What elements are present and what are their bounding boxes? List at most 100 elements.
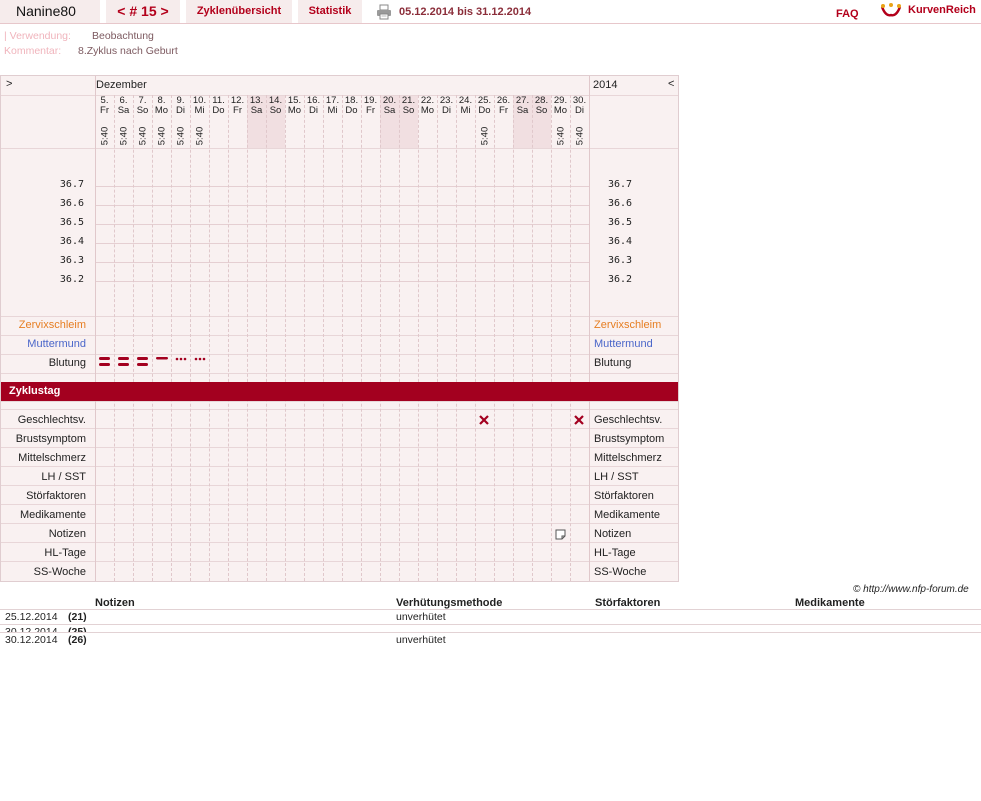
day-column-line <box>209 95 210 581</box>
top-bar-divider <box>0 23 981 24</box>
day-column-line <box>418 95 419 581</box>
day-header[interactable]: 16. Di <box>304 96 323 116</box>
grid-row-line <box>1 523 678 524</box>
measure-time-text: 5:40 <box>99 126 110 146</box>
day-header[interactable]: 24. Mi <box>456 96 475 116</box>
day-header[interactable]: 7. So <box>133 96 152 116</box>
grid-row-line <box>1 148 678 149</box>
day-column-line <box>380 95 381 581</box>
cycle-overview-tab[interactable]: Zyklenübersicht <box>186 0 292 23</box>
notes-row-method: unverhütet <box>396 611 446 623</box>
grid-row-line <box>1 373 678 374</box>
comment-value: 8.Zyklus nach Geburt <box>78 45 178 57</box>
measure-time: 5:40 <box>133 125 152 147</box>
row-label-hltage: HL-Tage <box>594 547 636 559</box>
intercourse-cross-icon <box>574 415 584 425</box>
day-header[interactable]: 19. Fr <box>361 96 380 116</box>
day-weekday: So <box>136 105 149 116</box>
notes-divider <box>0 632 981 633</box>
row-label-brustsymptom: Brustsymptom <box>15 433 86 445</box>
notes-divider <box>0 624 981 625</box>
day-header[interactable]: 14. So <box>266 96 285 116</box>
measure-time-text: 5:40 <box>479 126 490 146</box>
day-column-line <box>171 95 172 581</box>
day-header[interactable]: 15. Mo <box>285 96 304 116</box>
day-header[interactable]: 6. Sa <box>114 96 133 116</box>
grid-row-line <box>1 447 678 448</box>
day-column-line <box>399 95 400 581</box>
day-column-line <box>152 95 153 581</box>
day-header[interactable]: 21. So <box>399 96 418 116</box>
measure-time-text: 5:40 <box>118 126 129 146</box>
previous-cycle-arrow[interactable]: > <box>6 78 12 90</box>
measure-time: 5:40 <box>171 125 190 147</box>
day-header[interactable]: 25. Do <box>475 96 494 116</box>
row-label-störfaktoren: Störfaktoren <box>26 490 86 502</box>
day-column-line <box>513 95 514 581</box>
day-weekday: Fr <box>233 105 242 116</box>
cycle-day-band <box>1 382 678 401</box>
day-header[interactable]: 23. Di <box>437 96 456 116</box>
day-header[interactable]: 10. Mi <box>190 96 209 116</box>
day-header[interactable]: 13. Sa <box>247 96 266 116</box>
day-header[interactable]: 18. Do <box>342 96 361 116</box>
top-bar: Nanine80 < # 15 > Zyklenübersicht Statis… <box>0 0 981 25</box>
day-header[interactable]: 20. Sa <box>380 96 399 116</box>
day-header[interactable]: 8. Mo <box>152 96 171 116</box>
logo-text[interactable]: KurvenReich <box>908 4 976 16</box>
cycle-navigation-tab[interactable]: < # 15 > <box>106 0 180 23</box>
day-weekday: Fr <box>499 105 508 116</box>
notes-row-cycle-day: (26) <box>68 634 87 646</box>
bleeding-spotting-icon <box>175 357 186 361</box>
day-weekday: Mi <box>194 105 205 116</box>
measure-time: 5:40 <box>114 125 133 147</box>
grid-row-line <box>1 354 678 355</box>
username-tab[interactable]: Nanine80 <box>0 0 100 23</box>
grid-row-line <box>1 542 678 543</box>
notes-header-notes: Notizen <box>95 597 135 609</box>
day-header[interactable]: 26. Fr <box>494 96 513 116</box>
day-header[interactable]: 9. Di <box>171 96 190 116</box>
kurvenreich-logo-icon[interactable] <box>880 2 902 20</box>
day-header[interactable]: 5. Fr <box>95 96 114 116</box>
day-header[interactable]: 30. Di <box>570 96 589 116</box>
day-weekday: Do <box>345 105 358 116</box>
day-weekday: Di <box>442 105 451 116</box>
temperature-label-right: 36.3 <box>608 255 633 266</box>
day-weekday: Mi <box>327 105 338 116</box>
day-header[interactable]: 12. Fr <box>228 96 247 116</box>
day-header[interactable]: 29. Mo <box>551 96 570 116</box>
note-icon[interactable] <box>555 529 566 540</box>
temperature-label-right: 36.2 <box>608 274 633 285</box>
day-column-line <box>456 95 457 581</box>
measure-time-text: 5:40 <box>137 126 148 146</box>
day-column-line <box>361 95 362 581</box>
grid-row-line <box>1 466 678 467</box>
copyright[interactable]: © http://www.nfp-forum.de <box>853 584 969 595</box>
row-label-hltage: HL-Tage <box>44 547 86 559</box>
day-column-line <box>285 95 286 581</box>
temperature-label-left: 36.5 <box>59 217 84 228</box>
day-header[interactable]: 27. Sa <box>513 96 532 116</box>
row-label-brustsymptom: Brustsymptom <box>594 433 665 445</box>
day-header[interactable]: 22. Mo <box>418 96 437 116</box>
faq-link[interactable]: FAQ <box>836 8 859 20</box>
notes-header-medication: Medikamente <box>795 597 865 609</box>
temperature-label-right: 36.7 <box>608 179 633 190</box>
measure-time-text: 5:40 <box>175 126 186 146</box>
day-header[interactable]: 11. Do <box>209 96 228 116</box>
grid-row-line <box>1 409 678 410</box>
printer-icon[interactable] <box>376 4 392 20</box>
notes-row-cycle-day: (25) <box>68 626 87 632</box>
row-label-störfaktoren: Störfaktoren <box>594 490 654 502</box>
day-header[interactable]: 17. Mi <box>323 96 342 116</box>
day-weekday: Di <box>309 105 318 116</box>
day-weekday: Mo <box>553 105 568 116</box>
day-header[interactable]: 28. So <box>532 96 551 116</box>
temperature-label-left: 36.6 <box>59 198 84 209</box>
cycle-chart: > Dezember 2014 < 5. Fr 5:40 6. Sa 5:40 7. So 5:… <box>0 75 679 582</box>
notes-row-cycle-day: (21) <box>68 611 87 623</box>
next-cycle-arrow[interactable]: < <box>668 78 674 90</box>
statistics-tab[interactable]: Statistik <box>298 0 362 23</box>
day-column-line <box>342 95 343 581</box>
